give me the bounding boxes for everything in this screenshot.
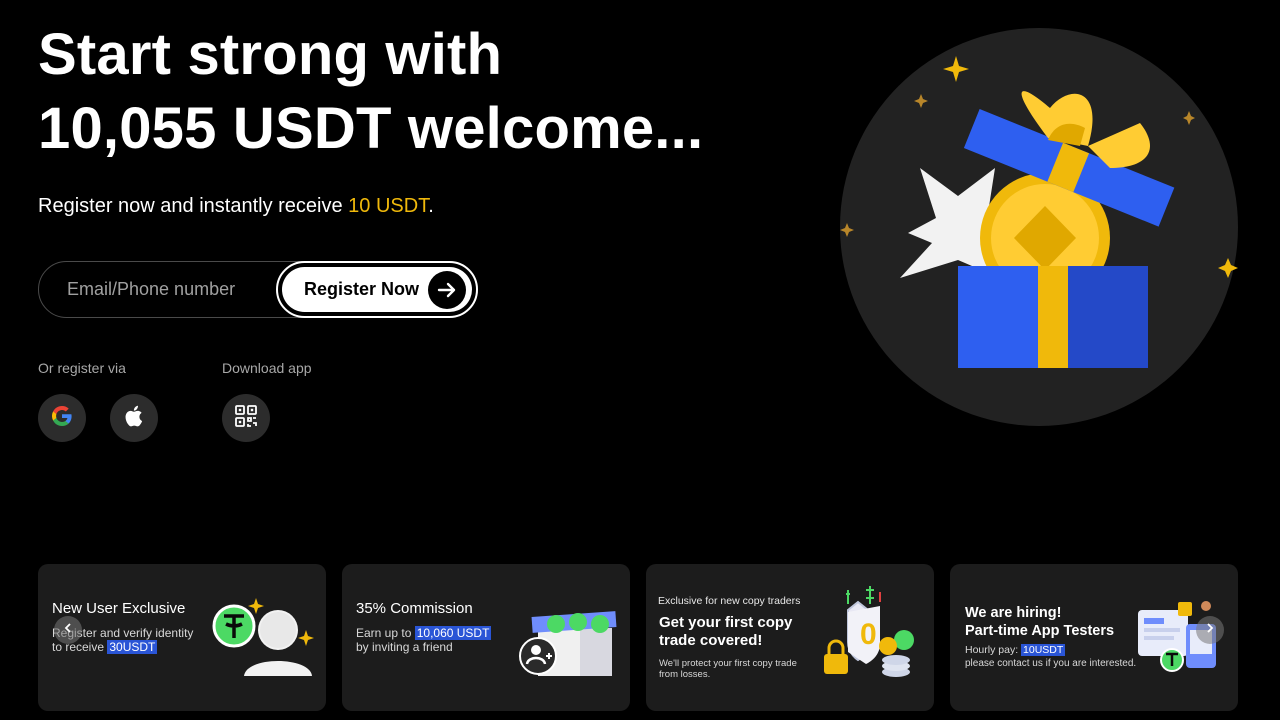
card-text-prefix: Earn up to (356, 626, 415, 640)
pay-prefix: Hourly pay: (965, 644, 1022, 656)
pay-tag: 10USDT (1021, 644, 1066, 656)
subtitle-suffix: . (428, 195, 434, 217)
reward-tag: 30USDT (107, 640, 158, 654)
apple-register-button[interactable] (110, 394, 158, 442)
card-title: New User Exclusive (52, 600, 186, 617)
subtitle-highlight: 10 USDT (348, 195, 429, 217)
card-heading: trade covered! (659, 632, 763, 649)
reward-tag: 10,060 USDT (414, 626, 492, 640)
register-form: Register Now (38, 261, 478, 318)
hero-title-line2: 10,055 USDT welcome... (38, 96, 704, 161)
arrow-right-icon (428, 270, 466, 309)
promo-card-hiring[interactable]: We are hiring! Part-time App Testers Hou… (950, 564, 1238, 711)
promo-card-copy-trade[interactable]: Exclusive for new copy traders Get your … (646, 564, 934, 711)
card-heading: We are hiring! (965, 605, 1062, 621)
card-heading: Part-time App Testers (965, 623, 1115, 639)
google-icon (50, 404, 74, 433)
gift-invite-icon (519, 611, 617, 676)
carousel-next-button[interactable] (1196, 616, 1224, 644)
apple-icon (123, 404, 145, 433)
gift-box-illustration (840, 56, 1238, 368)
svg-text:0: 0 (860, 618, 877, 651)
chevron-left-icon (62, 621, 74, 639)
hero-title-line1: Start strong with (38, 22, 503, 87)
card-text: Earn up to 10,060 USDT (356, 626, 492, 640)
register-now-button-face[interactable]: Register Now (282, 267, 472, 312)
card-heading: Get your first copy (659, 614, 793, 631)
register-via-label: Or register via (38, 360, 126, 376)
register-now-label: Register Now (304, 279, 420, 299)
card-text: by inviting a friend (356, 640, 453, 654)
download-qr-button[interactable] (222, 394, 270, 442)
chevron-right-icon (1204, 621, 1216, 639)
hero-subtitle: Register now and instantly receive 10 US… (38, 195, 434, 218)
user-reward-icon (212, 598, 314, 676)
download-app-label: Download app (222, 360, 312, 376)
card-pay-text: Hourly pay: 10USDT (965, 644, 1066, 656)
card-kicker: Exclusive for new copy traders (658, 595, 801, 607)
hero-title: Start strong with 10,055 USDT welcome... (38, 18, 758, 166)
card-small-text: please contact us if you are interested. (965, 658, 1137, 669)
card-small-text: from losses. (659, 669, 711, 680)
shield-protection-icon: 0 (824, 586, 914, 677)
google-register-button[interactable] (38, 394, 86, 442)
qr-code-icon (234, 404, 258, 433)
carousel-prev-button[interactable] (54, 616, 82, 644)
promo-card-new-user[interactable]: New User Exclusive Register and verify i… (38, 564, 326, 711)
register-now-button[interactable]: Register Now (276, 261, 478, 318)
subtitle-text: Register now and instantly receive (38, 195, 349, 217)
card-title: 35% Commission (356, 600, 473, 617)
promo-card-commission[interactable]: 35% Commission Earn up to 10,060 USDT by… (342, 564, 630, 711)
